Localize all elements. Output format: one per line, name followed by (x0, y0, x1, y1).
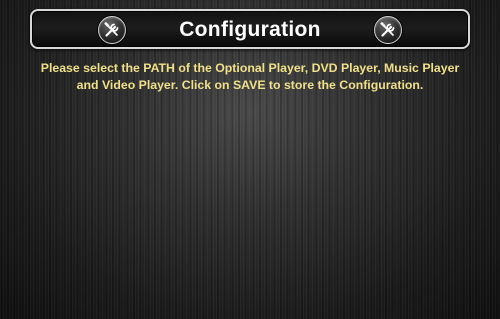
tools-icon-right[interactable] (374, 16, 402, 44)
instructions-text: Please select the PATH of the Optional P… (40, 61, 460, 92)
tools-icon (380, 21, 395, 37)
page-title: Configuration (179, 18, 321, 41)
title-bar: Configuration (30, 9, 470, 49)
